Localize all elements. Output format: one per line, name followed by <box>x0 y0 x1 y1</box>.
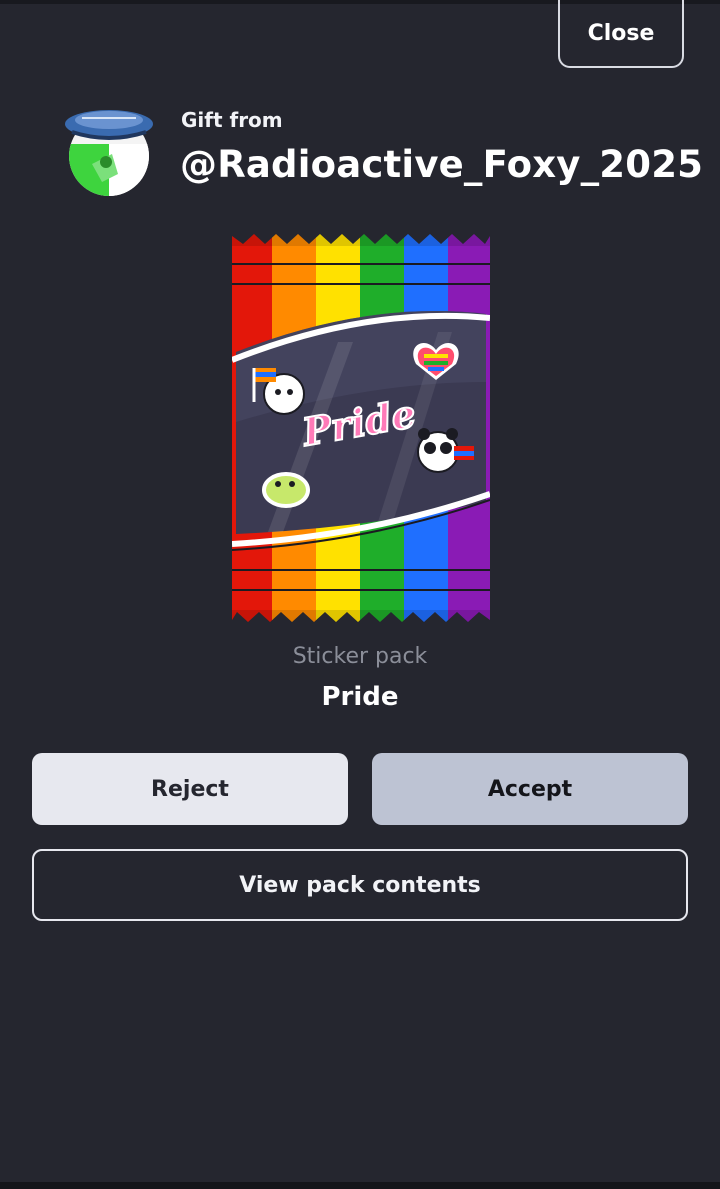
reject-button[interactable]: Reject <box>32 753 348 825</box>
avatar <box>62 104 156 198</box>
accept-button[interactable]: Accept <box>372 753 688 825</box>
sender-username: @Radioactive_Foxy_2025 <box>180 143 704 186</box>
pack-name: Pride <box>321 682 399 712</box>
sticker-pack-image: Pride <box>228 232 492 624</box>
close-button[interactable]: Close <box>558 0 684 68</box>
navigation-bar-edge <box>0 1182 720 1189</box>
pack-type-label: Sticker pack <box>292 644 428 669</box>
view-pack-contents-button[interactable]: View pack contents <box>32 849 688 921</box>
gift-from-label: Gift from <box>181 108 283 132</box>
